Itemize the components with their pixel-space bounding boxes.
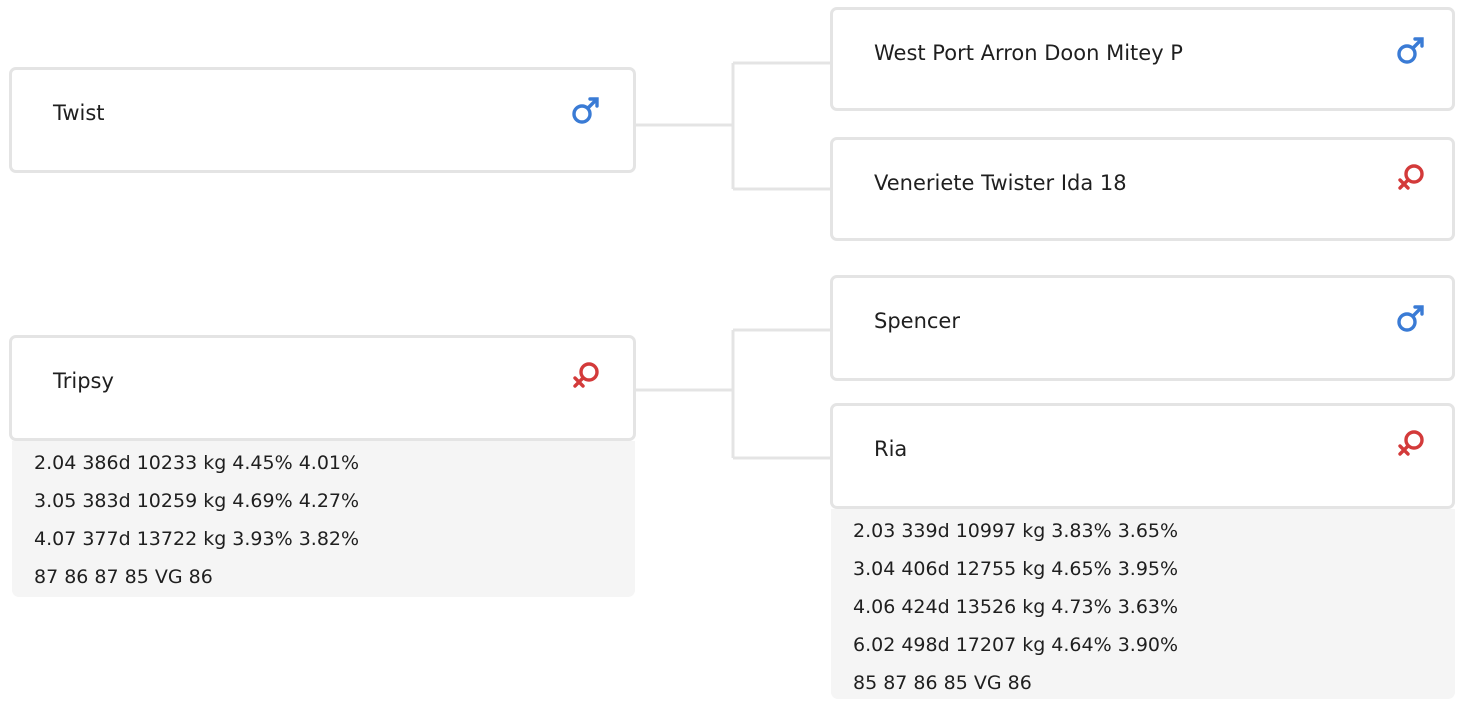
animal-name: West Port Arron Doon Mitey P [874, 41, 1183, 65]
stats-line: 2.04 386d 10233 kg 4.45% 4.01% [34, 452, 360, 474]
animal-card-dam[interactable]: Veneriete Twister Ida 18 [830, 137, 1455, 241]
stats-line: 85 87 86 85 VG 86 [853, 672, 1032, 694]
animal-name: Ria [874, 437, 908, 461]
stats-line: 6.02 498d 17207 kg 4.64% 3.90% [853, 634, 1179, 656]
stats-line: 3.04 406d 12755 kg 4.65% 3.95% [853, 558, 1179, 580]
stats-line: 4.06 424d 13526 kg 4.73% 3.63% [853, 596, 1179, 618]
male-icon [1394, 301, 1428, 335]
female-icon [1394, 427, 1428, 461]
stats-line: 4.07 377d 13722 kg 3.93% 3.82% [34, 528, 360, 550]
animal-card-ria[interactable]: Ria [830, 403, 1455, 509]
female-icon [569, 359, 603, 393]
animal-card-twist[interactable]: Twist [9, 67, 636, 173]
animal-card-tripsy[interactable]: Tripsy [9, 335, 636, 441]
stats-line: 2.03 339d 10997 kg 3.83% 3.65% [853, 520, 1179, 542]
stats-line: 87 86 87 85 VG 86 [34, 566, 213, 588]
animal-card-sire[interactable]: West Port Arron Doon Mitey P [830, 7, 1455, 111]
animal-name: Spencer [874, 309, 960, 333]
female-icon [1394, 161, 1428, 195]
animal-name: Twist [53, 101, 105, 125]
animal-card-spencer[interactable]: Spencer [830, 275, 1455, 381]
animal-name: Tripsy [53, 369, 114, 393]
performance-stats: 2.04 386d 10233 kg 4.45% 4.01% 3.05 383d… [12, 441, 635, 597]
male-icon [569, 93, 603, 127]
connector-twist [636, 61, 830, 191]
male-icon [1394, 33, 1428, 67]
performance-stats: 2.03 339d 10997 kg 3.83% 3.65% 3.04 406d… [831, 509, 1455, 699]
animal-name: Veneriete Twister Ida 18 [874, 171, 1127, 195]
stats-line: 3.05 383d 10259 kg 4.69% 4.27% [34, 490, 360, 512]
connector-tripsy [636, 328, 830, 460]
